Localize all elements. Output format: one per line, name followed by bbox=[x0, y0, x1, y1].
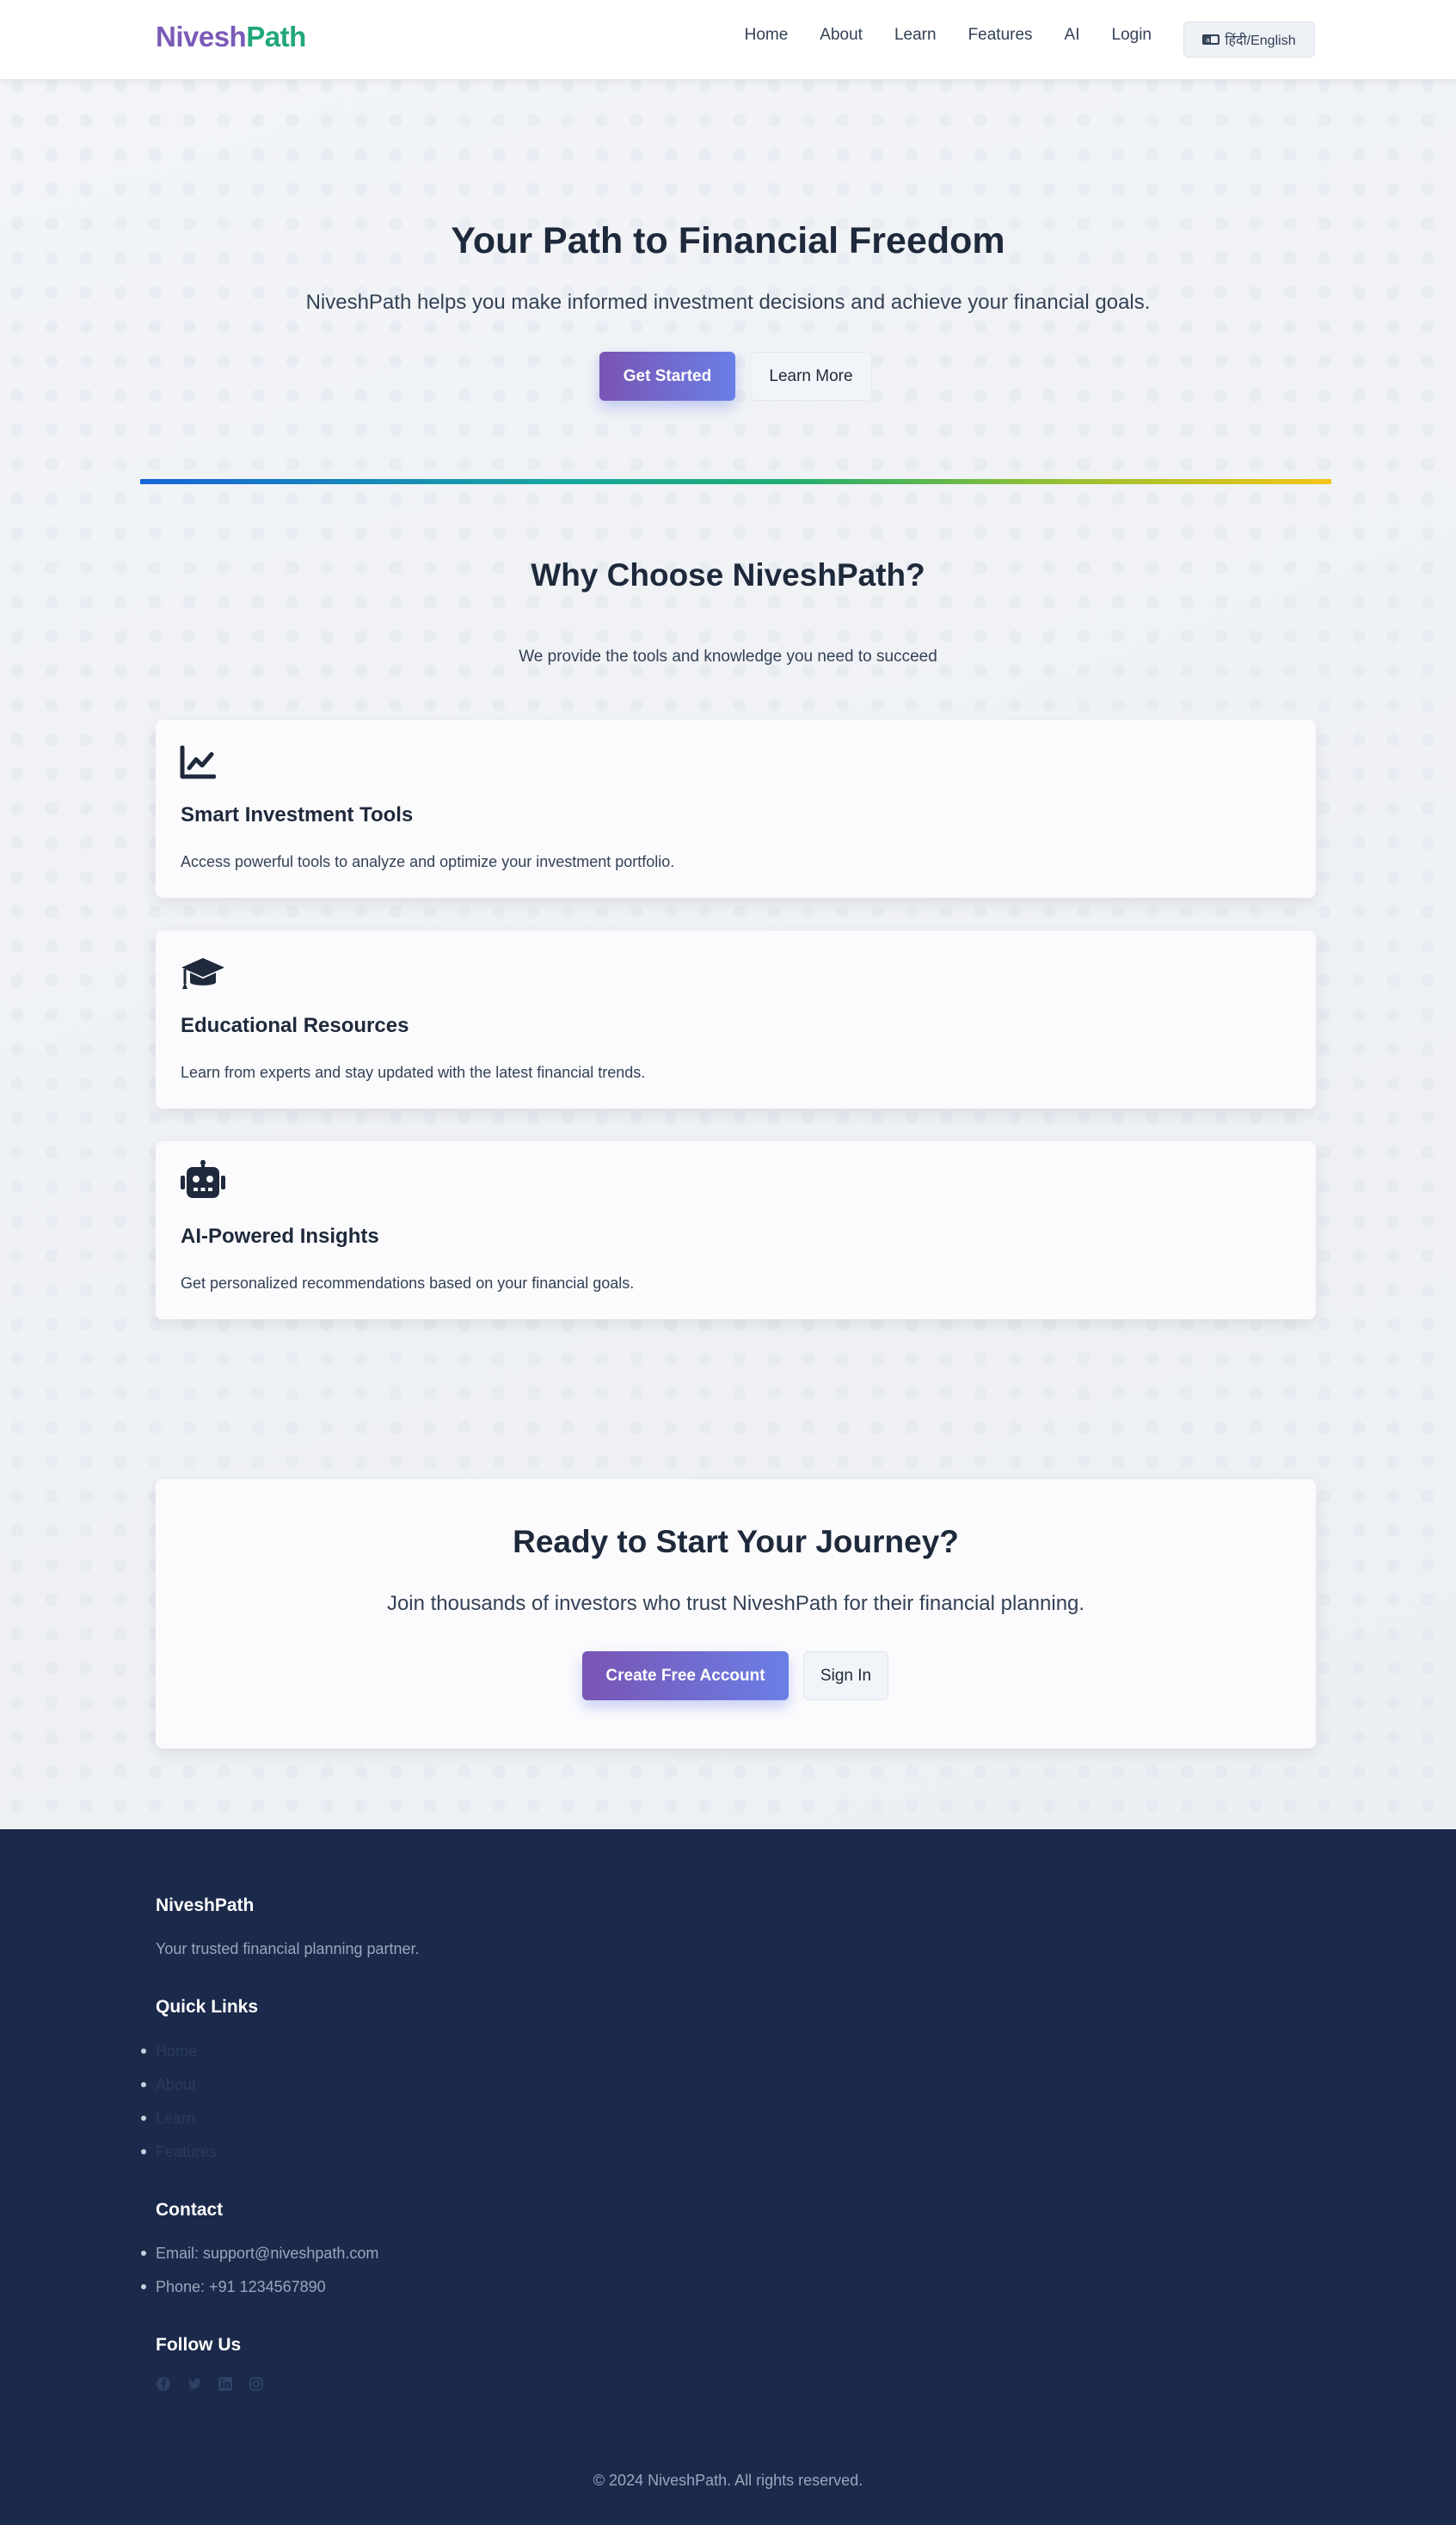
feature-card-description: Learn from experts and stay updated with… bbox=[181, 1064, 646, 1081]
footer-copyright: © 2024 NiveshPath. All rights reserved. bbox=[593, 2472, 863, 2489]
graduation-cap-icon bbox=[180, 956, 226, 997]
why-section-subtitle: We provide the tools and knowledge you n… bbox=[519, 648, 937, 666]
footer-quick-links-title: Quick Links bbox=[156, 1997, 259, 2017]
footer-contact-phone: Phone: +91 1234567890 bbox=[140, 2277, 378, 2311]
get-started-button[interactable]: Get Started bbox=[599, 352, 735, 401]
feature-card-description: Access powerful tools to analyze and opt… bbox=[181, 853, 675, 870]
feature-card-education: Educational Resources Learn from experts… bbox=[156, 931, 1316, 1109]
create-account-button[interactable]: Create Free Account bbox=[582, 1651, 789, 1700]
nav-link-learn[interactable]: Learn bbox=[894, 26, 937, 45]
feature-card-title: Smart Investment Tools bbox=[181, 803, 414, 826]
language-icon: a bbox=[1202, 34, 1220, 45]
cta-title: Ready to Start Your Journey? bbox=[513, 1524, 959, 1559]
footer-brand-title: NiveshPath bbox=[156, 1895, 255, 1915]
top-navbar: NiveshPath Home About Learn Features AI … bbox=[0, 0, 1456, 79]
feature-card-smart-tools: Smart Investment Tools Access powerful t… bbox=[156, 720, 1316, 898]
twitter-icon[interactable] bbox=[187, 2376, 202, 2392]
linkedin-icon[interactable] bbox=[218, 2376, 233, 2392]
footer-tagline: Your trusted financial planning partner. bbox=[156, 1940, 420, 1957]
footer-contact-email: Email: support@niveshpath.com bbox=[140, 2244, 378, 2277]
nav-link-home[interactable]: Home bbox=[745, 26, 789, 45]
instagram-icon[interactable] bbox=[249, 2376, 264, 2392]
feature-card-ai: AI-Powered Insights Get personalized rec… bbox=[156, 1141, 1316, 1319]
footer bbox=[0, 1829, 1456, 2525]
footer-quick-links: Home About Learn Features bbox=[140, 2042, 217, 2176]
footer-link-home[interactable]: Home bbox=[140, 2042, 217, 2075]
footer-link-features[interactable]: Features bbox=[140, 2142, 217, 2176]
footer-follow-title: Follow Us bbox=[156, 2335, 242, 2355]
language-toggle-button[interactable]: a हिंदी/English bbox=[1183, 22, 1315, 58]
hero-subtitle: NiveshPath helps you make informed inves… bbox=[305, 291, 1151, 314]
robot-icon bbox=[180, 1160, 226, 1204]
cta-subtitle: Join thousands of investors who trust Ni… bbox=[386, 1592, 1085, 1615]
cta-card: Ready to Start Your Journey? Join thousa… bbox=[156, 1479, 1316, 1748]
feature-card-title: Educational Resources bbox=[181, 1014, 409, 1037]
nav-links: Home About Learn Features AI Login bbox=[745, 26, 1152, 45]
nav-link-ai[interactable]: AI bbox=[1065, 26, 1080, 45]
feature-card-description: Get personalized recommendations based o… bbox=[181, 1275, 635, 1292]
why-section-title: Why Choose NiveshPath? bbox=[531, 557, 925, 593]
footer-link-learn[interactable]: Learn bbox=[140, 2109, 217, 2142]
nav-link-login[interactable]: Login bbox=[1112, 26, 1152, 45]
svg-text:a: a bbox=[1206, 36, 1210, 44]
gradient-divider bbox=[140, 479, 1331, 484]
logo-part-1: Nivesh bbox=[156, 21, 247, 52]
social-icons bbox=[156, 2376, 264, 2392]
logo-part-2: Path bbox=[246, 21, 306, 52]
footer-contact-title: Contact bbox=[156, 2200, 224, 2220]
nav-link-features[interactable]: Features bbox=[968, 26, 1033, 45]
learn-more-button[interactable]: Learn More bbox=[750, 352, 872, 401]
language-toggle-label: हिंदी/English bbox=[1225, 34, 1296, 48]
footer-contact-list: Email: support@niveshpath.com Phone: +91… bbox=[140, 2244, 378, 2311]
hero-title: Your Path to Financial Freedom bbox=[451, 220, 1005, 261]
logo[interactable]: NiveshPath bbox=[156, 21, 306, 53]
nav-link-about[interactable]: About bbox=[820, 26, 863, 45]
sign-in-button[interactable]: Sign In bbox=[803, 1651, 888, 1700]
footer-link-about[interactable]: About bbox=[140, 2075, 217, 2109]
facebook-icon[interactable] bbox=[156, 2376, 171, 2392]
feature-card-title: AI-Powered Insights bbox=[181, 1225, 379, 1248]
chart-line-icon bbox=[180, 745, 217, 784]
